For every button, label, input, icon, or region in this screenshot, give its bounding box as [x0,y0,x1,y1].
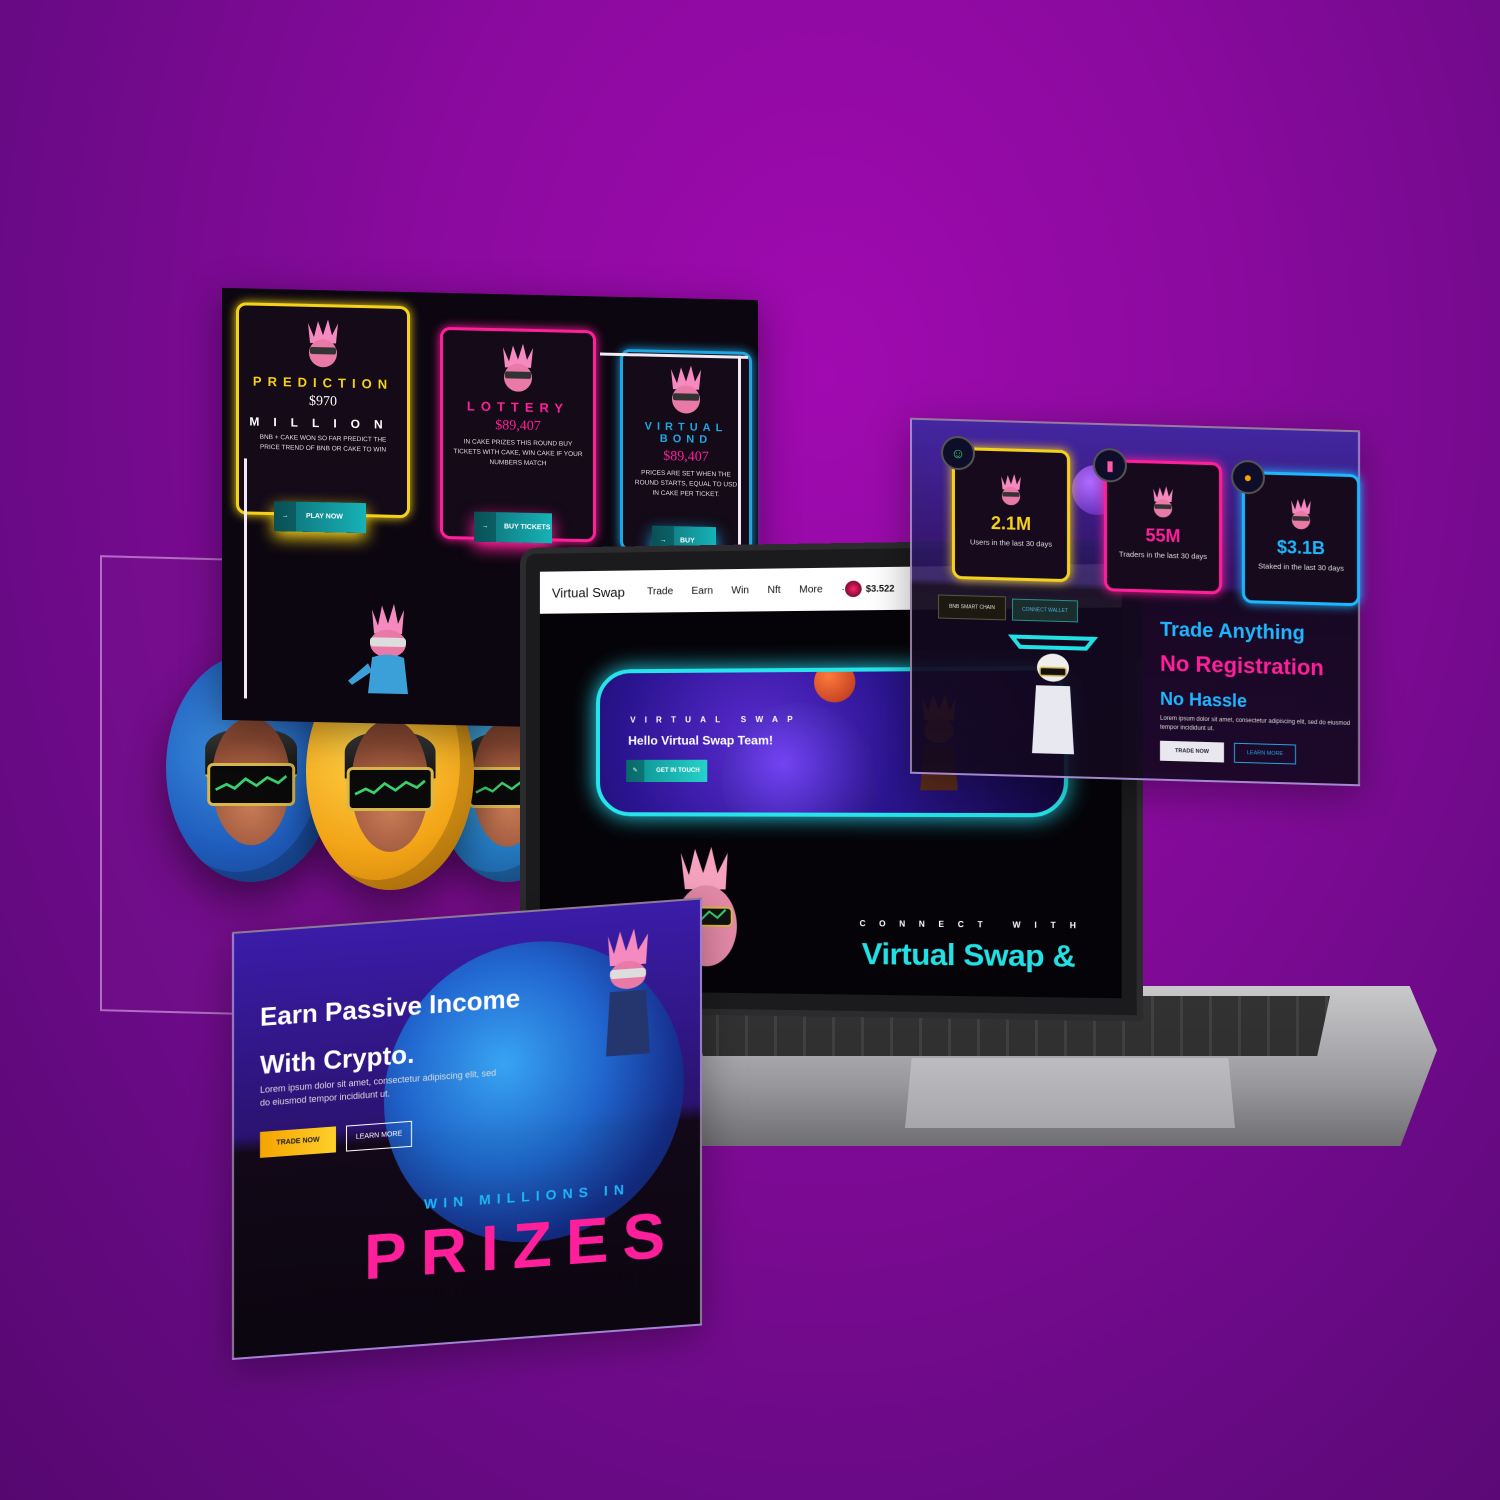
learn-more-button[interactable]: LEARN MORE [346,1120,412,1152]
trade-now-label: TRADE NOW [276,1136,320,1147]
ufo-astronaut-image [1007,622,1099,780]
coin-icon: ● [1231,459,1265,495]
brand-link[interactable]: Virtual Swap [552,584,625,600]
mascot-icon [495,341,541,394]
users-stat-card: ☺ 2.1M Users in the last 30 days [941,435,1070,583]
trade-now-button[interactable]: TRADE NOW [260,1126,336,1158]
trade-now-button[interactable]: TRADE NOW [1160,740,1224,763]
token-price-value: $3.522 [865,583,895,594]
prediction-subtitle: MILLION [249,414,397,432]
nav-earn[interactable]: Earn [691,585,713,596]
users-stat-value: 2.1M [990,512,1032,535]
token-icon [845,580,862,598]
prediction-text: BNB + CAKE WON SO FAR PREDICT THE PRICE … [259,433,387,454]
headline-trade-anything: Trade Anything [1160,618,1305,645]
laptop-trackpad[interactable] [905,1058,1235,1128]
trade-description: Lorem ipsum dolor sit amet, consectetur … [1160,715,1351,733]
connect-title: Virtual Swap & [861,937,1076,974]
nav-nft[interactable]: Nft [767,584,780,595]
astronaut-mascot-image [584,922,674,1084]
mascot-icon [1148,483,1178,520]
token-price: $3.522 [845,580,895,598]
connect-wallet-label: CONNECT WALLET [1022,606,1068,615]
staked-stat-caption: Staked in the last 30 days [1258,561,1344,573]
learn-more-label: LEARN MORE [1246,750,1284,758]
lottery-title: LOTTERY [466,398,570,416]
astronaut-mascot-image [342,601,432,718]
staked-stat-value: $3.1B [1276,536,1326,559]
learn-more-button[interactable]: LEARN MORE [1234,742,1296,765]
headline-no-registration: No Registration [1160,650,1324,681]
hero-label: VIRTUAL SWAP [630,714,802,725]
mascot-icon [300,317,346,370]
users-icon: ☺ [941,435,975,471]
hero-title: Hello Virtual Swap Team! [628,733,774,748]
traders-stat-card: ▮ 55M Traders in the last 30 days [1093,447,1222,595]
traders-stat-value: 55M [1145,525,1181,547]
prediction-title: PREDICTION [252,373,394,392]
chain-selector[interactable]: BNB SMART CHAIN [938,594,1006,621]
headline-no-hassle: No Hassle [1160,688,1248,712]
mascot-icon [663,363,709,416]
chain-label: BNB SMART CHAIN [949,603,995,612]
edit-icon: ✎ [626,759,645,783]
lottery-amount: $89,407 [495,418,541,435]
staked-stat-card: ● $3.1B Staked in the last 30 days [1231,459,1360,607]
connect-label: CONNECT WITH [859,919,1090,931]
mascot-icon [996,471,1026,508]
connect-wallet-button[interactable]: CONNECT WALLET [1012,598,1078,623]
get-in-touch-label: GET IN TOUCH [656,767,700,774]
users-stat-caption: Users in the last 30 days [969,537,1053,549]
chart-icon: ▮ [1093,447,1127,483]
prediction-amount: $970 [309,393,337,410]
earn-panel: Earn Passive Income With Crypto. Lorem i… [232,897,702,1360]
traders-stat-caption: Traders in the last 30 days [1118,549,1208,562]
learn-more-label: LEARN MORE [355,1130,403,1141]
virtual-bond-amount: $89,407 [663,448,709,465]
nav-trade[interactable]: Trade [647,586,673,597]
trade-now-label: TRADE NOW [1175,748,1209,756]
nav-win[interactable]: Win [731,585,749,596]
virtual-bond-title: VIRTUAL BOND [644,420,728,447]
prizes-heading: PRIZES [364,1198,680,1294]
stats-panel: ☺ 2.1M Users in the last 30 days ▮ 55M T… [910,417,1360,787]
get-in-touch-button[interactable]: ✎ GET IN TOUCH [626,759,708,783]
nav-more[interactable]: More [799,584,823,595]
decorative-frame-line [738,355,741,556]
mascot-icon [1286,495,1316,532]
planet-decoration [813,666,856,703]
